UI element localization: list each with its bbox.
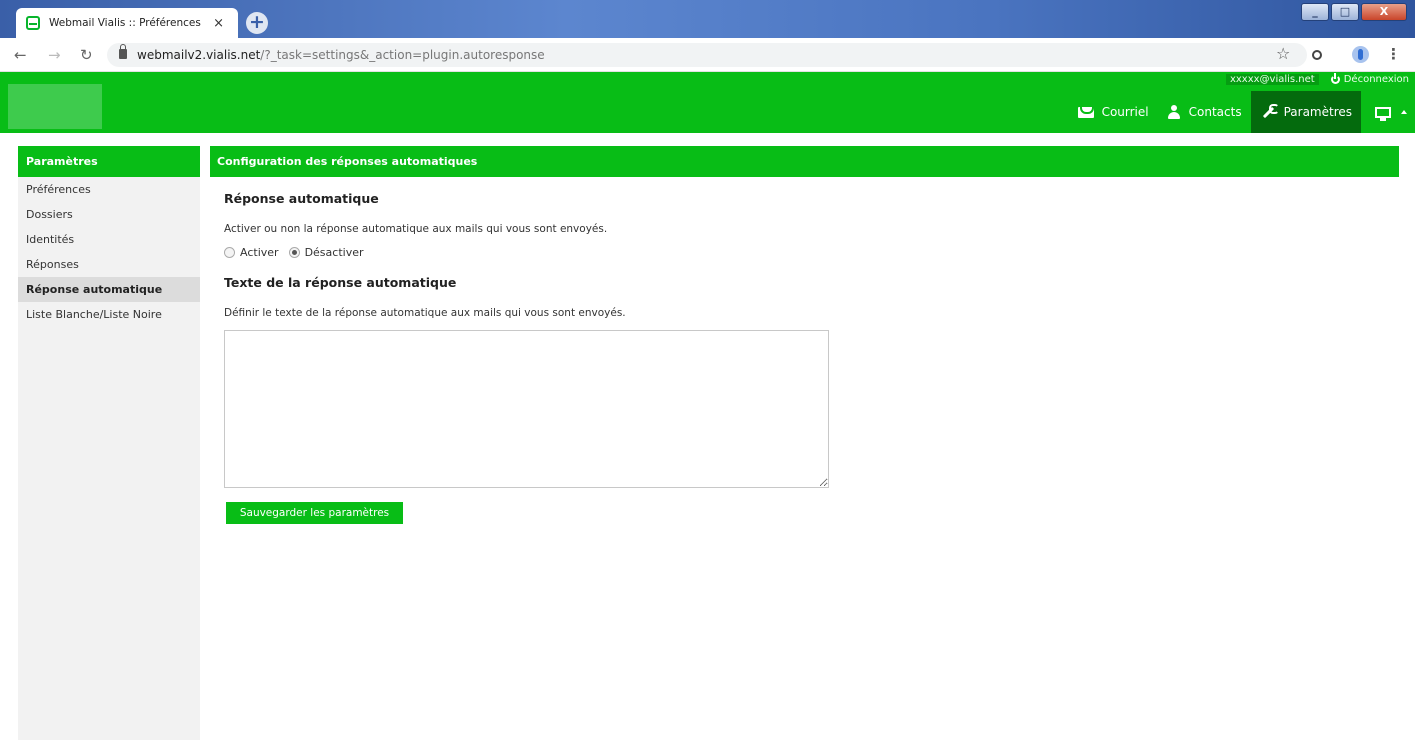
section-description-autoresponse: Activer ou non la réponse automatique au… (224, 223, 608, 235)
browser-menu-icon[interactable]: ⋮ (1386, 45, 1401, 63)
browser-tab[interactable]: Webmail Vialis :: Préférences × (16, 8, 238, 38)
radio-desactiver[interactable] (288, 247, 300, 258)
radio-activer[interactable] (224, 247, 235, 258)
sidebar-item-reponse-automatique[interactable]: Réponse automatique (18, 277, 200, 302)
monitor-icon (1375, 106, 1391, 121)
main-nav: Courriel Contacts Paramètres (1069, 91, 1415, 133)
radio-activer-label[interactable]: Activer (240, 246, 279, 259)
user-email: xxxxx@vialis.net (1225, 74, 1319, 85)
url-text[interactable]: webmailv2.vialis.net/?_task=settings&_ac… (137, 48, 545, 62)
sidebar-item-liste-blanche-noire[interactable]: Liste Blanche/Liste Noire (18, 302, 200, 327)
tab-close-icon[interactable]: × (213, 16, 224, 31)
nav-parametres-label: Paramètres (1283, 105, 1352, 119)
display-menu[interactable] (1361, 91, 1415, 133)
nav-courriel[interactable]: Courriel (1069, 91, 1158, 133)
url-host: webmailv2.vialis.net (137, 48, 261, 62)
section-title-reply-text: Texte de la réponse automatique (224, 275, 457, 290)
nav-contacts[interactable]: Contacts (1158, 91, 1251, 133)
window-controls: _ □ X (1301, 3, 1407, 21)
address-bar[interactable]: webmailv2.vialis.net/?_task=settings&_ac… (107, 43, 1307, 67)
nav-courriel-label: Courriel (1101, 105, 1149, 119)
logout-link[interactable]: Déconnexion (1330, 73, 1409, 85)
nav-parametres[interactable]: Paramètres (1250, 91, 1361, 133)
logo[interactable] (8, 84, 102, 129)
bookmark-star-icon[interactable]: ☆ (1276, 44, 1290, 63)
profile-avatar-icon[interactable] (1352, 46, 1369, 63)
minimize-button[interactable]: _ (1301, 3, 1329, 21)
section-description-reply-text: Définir le texte de la réponse automatiq… (224, 307, 626, 319)
content-header: Configuration des réponses automatiques (210, 146, 1399, 177)
logout-label: Déconnexion (1343, 74, 1409, 85)
radio-desactiver-wrap: Désactiver (288, 246, 364, 259)
sidebar-item-identites[interactable]: Identités (18, 227, 200, 252)
sidebar-item-dossiers[interactable]: Dossiers (18, 202, 200, 227)
tab-title: Webmail Vialis :: Préférences (49, 17, 201, 29)
back-arrow-icon[interactable]: ← (14, 46, 27, 64)
new-tab-button[interactable]: + (246, 12, 268, 34)
nav-contacts-label: Contacts (1188, 105, 1242, 119)
contact-icon (1167, 105, 1181, 119)
browser-tab-bar: Webmail Vialis :: Préférences × + _ □ X (0, 0, 1415, 38)
sidebar-item-preferences[interactable]: Préférences (18, 177, 200, 202)
save-button[interactable]: Sauvegarder les paramètres (226, 502, 403, 524)
radio-desactiver-label[interactable]: Désactiver (305, 246, 364, 259)
sidebar-title: Paramètres (18, 146, 200, 177)
forward-arrow-icon[interactable]: → (48, 46, 61, 64)
lock-icon[interactable] (119, 44, 127, 59)
power-icon (1330, 73, 1340, 84)
section-title-autoresponse: Réponse automatique (224, 191, 379, 206)
autoresponse-radio-group: Activer Désactiver (224, 246, 364, 259)
mail-icon (1077, 106, 1094, 118)
caret-up-icon (1401, 110, 1407, 114)
maximize-button[interactable]: □ (1331, 3, 1359, 21)
sidebar-item-reponses[interactable]: Réponses (18, 252, 200, 277)
reload-icon[interactable]: ↻ (80, 46, 93, 64)
wrench-icon (1260, 104, 1279, 120)
browser-toolbar: ← → ↻ webmailv2.vialis.net/?_task=settin… (0, 38, 1415, 72)
extension-icon[interactable] (1312, 50, 1322, 60)
app-header: xxxxx@vialis.net Déconnexion Courriel Co… (0, 72, 1415, 133)
url-path: /?_task=settings&_action=plugin.autoresp… (260, 48, 545, 62)
window-close-button[interactable]: X (1361, 3, 1407, 21)
reply-text-area[interactable] (224, 330, 829, 488)
webmail-favicon-icon (26, 16, 40, 30)
top-line: xxxxx@vialis.net Déconnexion (1225, 73, 1409, 85)
settings-sidebar: Paramètres Préférences Dossiers Identité… (18, 146, 200, 740)
